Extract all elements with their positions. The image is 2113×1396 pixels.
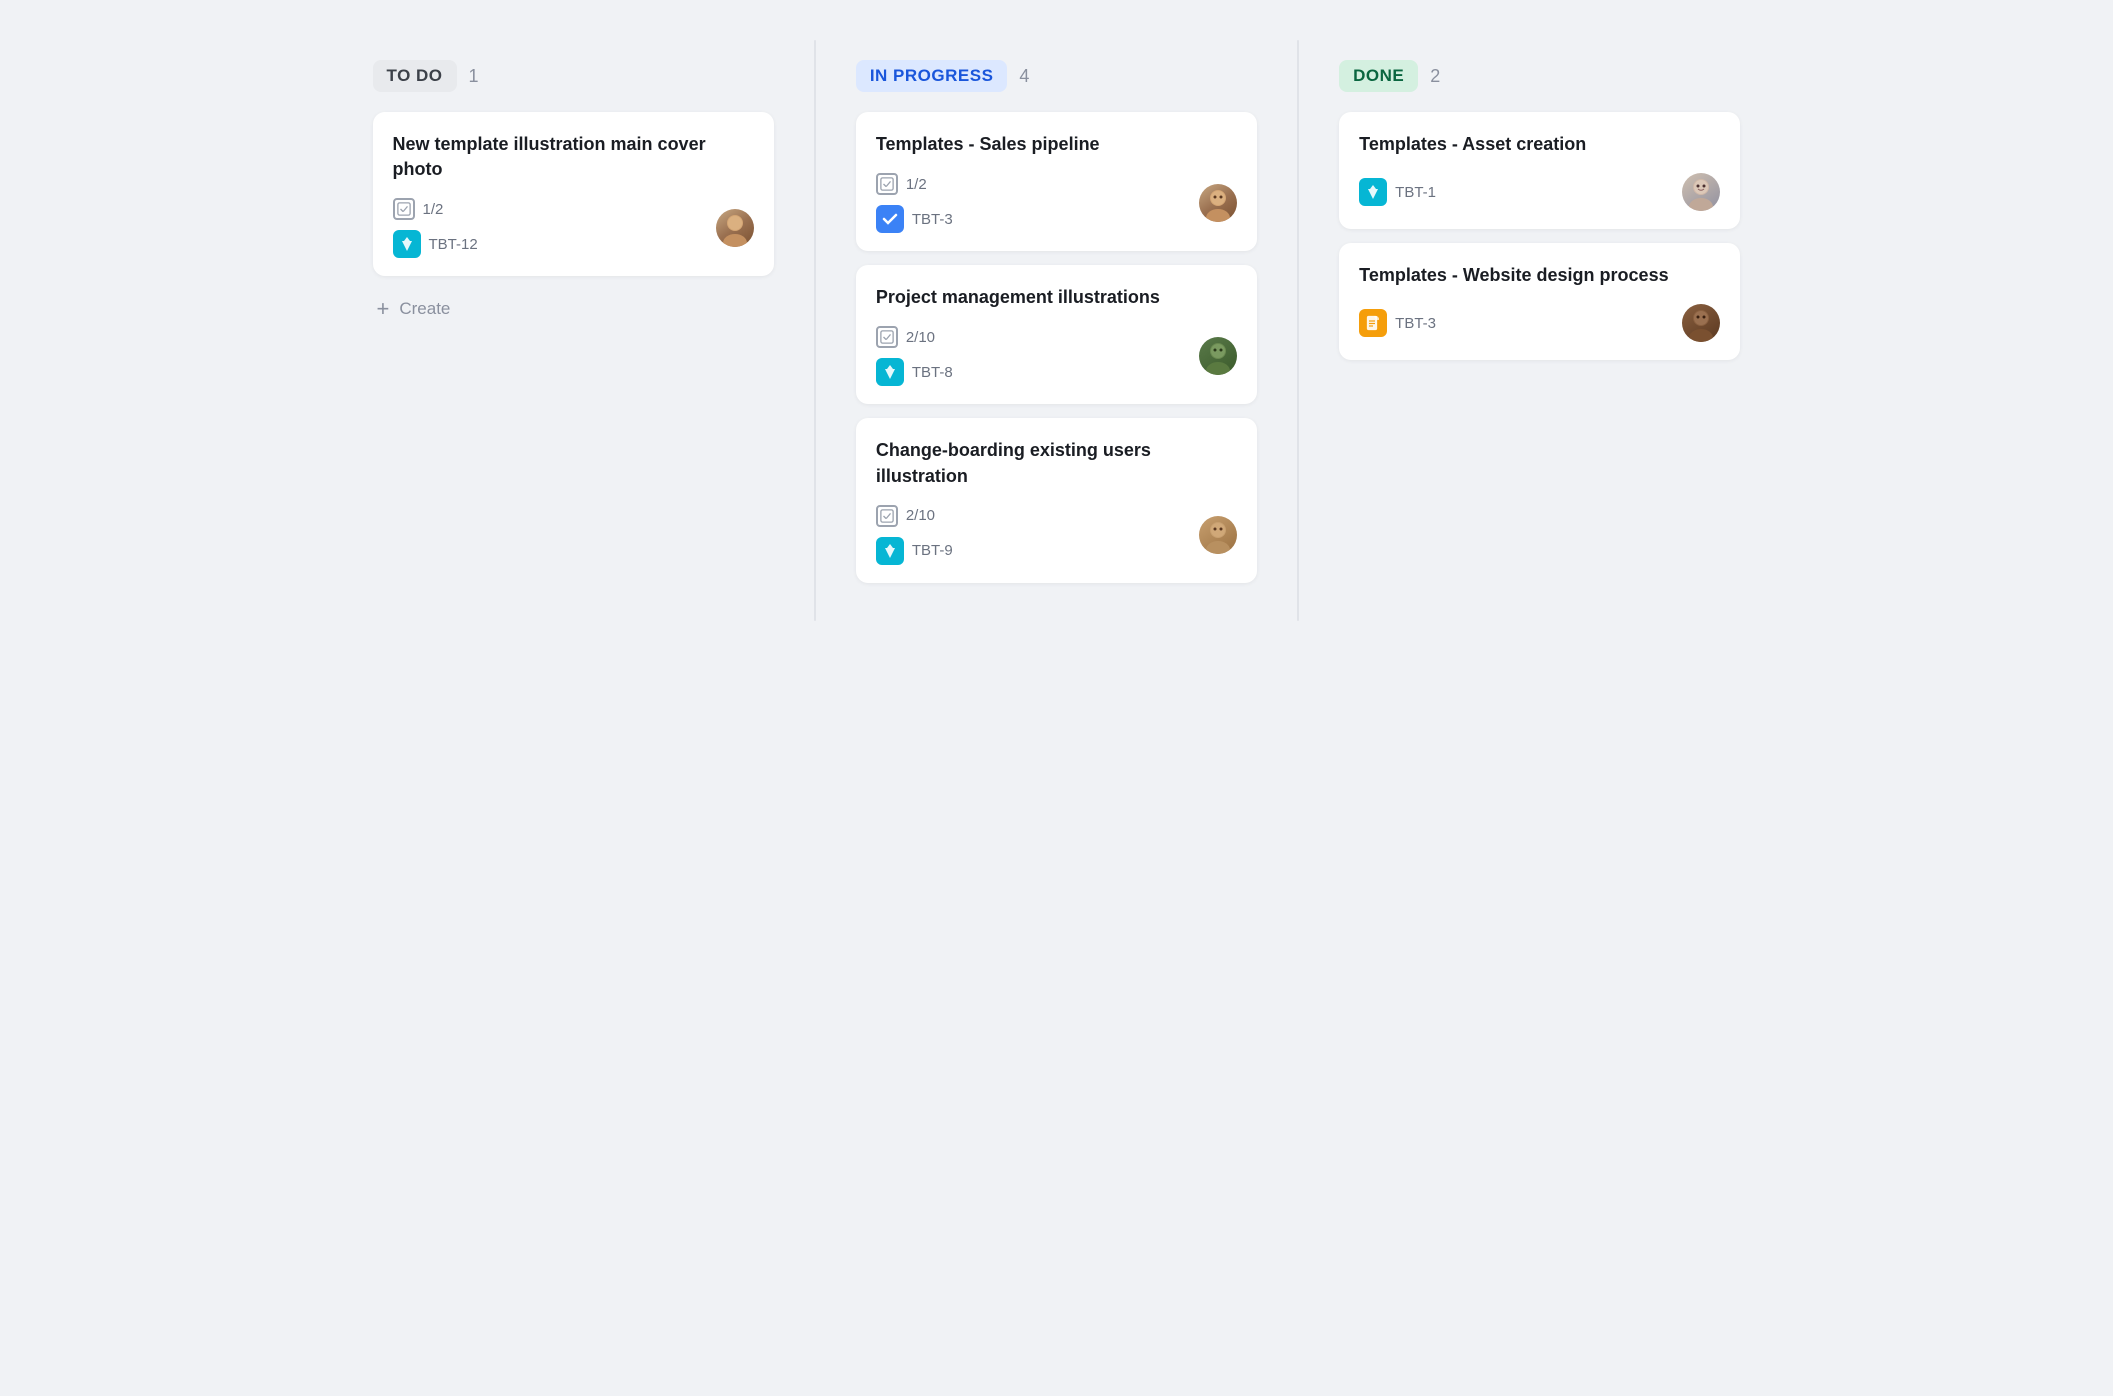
card-done-2-title: Templates - Website design process xyxy=(1359,263,1720,288)
card-todo-1-ticket: TBT-12 xyxy=(393,230,478,258)
card-inprogress-3[interactable]: Change-boarding existing users illustrat… xyxy=(856,418,1257,582)
divider-1 xyxy=(814,40,816,621)
card-done-2[interactable]: Templates - Website design process xyxy=(1339,243,1740,360)
card-inprogress-1-ticket: TBT-3 xyxy=(876,205,953,233)
avatar-inprogress-1 xyxy=(1199,184,1237,222)
card-done-1-meta-left: TBT-1 xyxy=(1359,178,1436,206)
column-inprogress-count: 4 xyxy=(1019,66,1029,87)
card-done-1-meta: TBT-1 xyxy=(1359,173,1720,211)
divider-2 xyxy=(1297,40,1299,621)
avatar-done-1 xyxy=(1682,173,1720,211)
ticket-id: TBT-3 xyxy=(912,211,953,228)
ticket-id: TBT-1 xyxy=(1395,184,1436,201)
kanban-board: TO DO 1 New template illustration main c… xyxy=(357,40,1757,621)
card-inprogress-2-ticket: TBT-8 xyxy=(876,358,953,386)
column-done: DONE 2 Templates - Asset creation TBT-1 xyxy=(1323,40,1756,398)
checklist-icon xyxy=(876,173,898,195)
card-inprogress-2-task-count: 2/10 xyxy=(876,326,953,348)
column-inprogress: IN PROGRESS 4 Templates - Sales pipeline xyxy=(840,40,1273,621)
avatar-inprogress-3 xyxy=(1199,516,1237,554)
card-done-2-ticket: TBT-3 xyxy=(1359,309,1436,337)
plus-icon: + xyxy=(377,298,390,320)
card-inprogress-1[interactable]: Templates - Sales pipeline 1/2 xyxy=(856,112,1257,251)
ticket-badge-cyan xyxy=(1359,178,1387,206)
card-inprogress-2-title: Project management illustrations xyxy=(876,285,1237,310)
column-done-header: DONE 2 xyxy=(1339,60,1740,92)
avatar-done-2 xyxy=(1682,304,1720,342)
checklist-icon xyxy=(876,505,898,527)
card-inprogress-3-meta: 2/10 TBT-9 xyxy=(876,505,1237,565)
ticket-badge-yellow xyxy=(1359,309,1387,337)
ticket-id: TBT-8 xyxy=(912,364,953,381)
ticket-badge-cyan xyxy=(393,230,421,258)
card-inprogress-2-meta: 2/10 TBT-8 xyxy=(876,326,1237,386)
card-todo-1-task-count: 1/2 xyxy=(393,198,478,220)
card-todo-1-title: New template illustration main cover pho… xyxy=(393,132,754,182)
card-todo-1[interactable]: New template illustration main cover pho… xyxy=(373,112,774,276)
card-inprogress-2[interactable]: Project management illustrations 2/10 xyxy=(856,265,1257,404)
card-todo-1-meta: 1/2 TBT-12 xyxy=(393,198,754,258)
card-inprogress-1-meta: 1/2 TBT-3 xyxy=(876,173,1237,233)
column-done-count: 2 xyxy=(1430,66,1440,87)
card-inprogress-3-title: Change-boarding existing users illustrat… xyxy=(876,438,1237,488)
column-inprogress-header: IN PROGRESS 4 xyxy=(856,60,1257,92)
card-done-2-meta-left: TBT-3 xyxy=(1359,309,1436,337)
card-done-2-meta: TBT-3 xyxy=(1359,304,1720,342)
ticket-badge-blue xyxy=(876,205,904,233)
avatar-todo-1 xyxy=(716,209,754,247)
checklist-icon xyxy=(393,198,415,220)
avatar-inprogress-2 xyxy=(1199,337,1237,375)
column-todo-label: TO DO xyxy=(373,60,457,92)
card-inprogress-3-task-count: 2/10 xyxy=(876,505,953,527)
card-todo-1-meta-left: 1/2 TBT-12 xyxy=(393,198,478,258)
card-inprogress-1-task-count: 1/2 xyxy=(876,173,953,195)
card-inprogress-3-meta-left: 2/10 TBT-9 xyxy=(876,505,953,565)
ticket-id: TBT-9 xyxy=(912,542,953,559)
ticket-id: TBT-12 xyxy=(429,236,478,253)
column-todo-header: TO DO 1 xyxy=(373,60,774,92)
ticket-id: TBT-3 xyxy=(1395,315,1436,332)
ticket-badge-cyan xyxy=(876,358,904,386)
column-done-label: DONE xyxy=(1339,60,1418,92)
column-todo-count: 1 xyxy=(469,66,479,87)
column-todo: TO DO 1 New template illustration main c… xyxy=(357,40,790,352)
column-inprogress-label: IN PROGRESS xyxy=(856,60,1008,92)
ticket-badge-cyan xyxy=(876,537,904,565)
create-button[interactable]: + Create xyxy=(373,290,455,328)
card-done-1-ticket: TBT-1 xyxy=(1359,178,1436,206)
card-inprogress-3-ticket: TBT-9 xyxy=(876,537,953,565)
create-label: Create xyxy=(399,299,450,319)
card-done-1-title: Templates - Asset creation xyxy=(1359,132,1720,157)
card-done-1[interactable]: Templates - Asset creation TBT-1 xyxy=(1339,112,1740,229)
card-inprogress-1-meta-left: 1/2 TBT-3 xyxy=(876,173,953,233)
card-inprogress-2-meta-left: 2/10 TBT-8 xyxy=(876,326,953,386)
checklist-icon xyxy=(876,326,898,348)
card-inprogress-1-title: Templates - Sales pipeline xyxy=(876,132,1237,157)
